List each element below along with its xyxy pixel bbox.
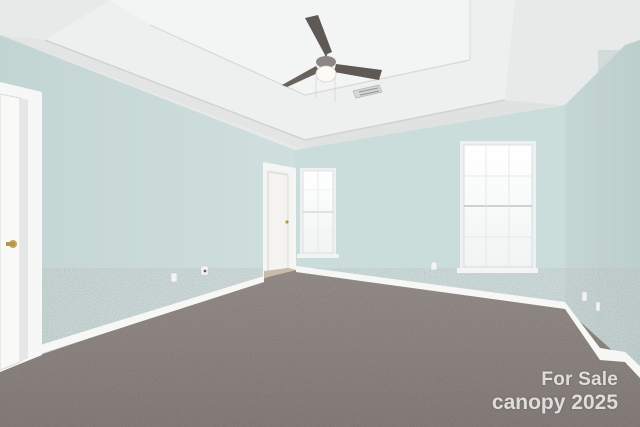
- listing-watermark: For Sale canopy 2025: [492, 370, 618, 413]
- room-photo: For Sale canopy 2025: [0, 0, 640, 427]
- watermark-brand: canopy: [491, 391, 566, 414]
- closet-door: [0, 82, 42, 372]
- watermark-brand-line: canopy 2025: [492, 392, 618, 413]
- window-left: [297, 168, 339, 258]
- watermark-for-sale: For Sale: [541, 369, 618, 390]
- room-illustration: [0, 0, 640, 427]
- watermark-year: 2025: [571, 391, 618, 414]
- window-right: [457, 141, 538, 273]
- right-corner-shadow: [598, 50, 626, 365]
- hallway-doorway: [263, 162, 296, 278]
